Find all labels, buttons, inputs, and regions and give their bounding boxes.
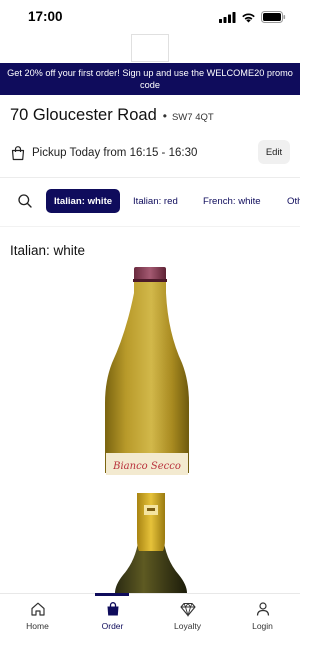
status-bar: 17:00	[0, 0, 300, 34]
store-postcode: SW7 4QT	[171, 112, 214, 123]
bottle-label-text: Bianco Secco	[112, 461, 181, 472]
wine-bottle-image[interactable]: Bianco Secco	[90, 263, 210, 478]
promo-banner[interactable]: Get 20% off your first order! Sign up an…	[0, 63, 300, 95]
store-header[interactable]: 70 Gloucester Road • SW7 4QT	[10, 106, 214, 125]
nav-order[interactable]: Order	[75, 594, 150, 649]
tab-italian-white[interactable]: Italian: white	[46, 189, 121, 213]
shopping-bag-icon	[11, 146, 25, 161]
person-icon	[256, 602, 269, 616]
tab-french-white[interactable]: French: white	[203, 189, 261, 213]
nav-loyalty-label: Loyalty	[174, 621, 201, 631]
wifi-icon	[242, 12, 255, 22]
wine-bottle-image-2[interactable]	[103, 491, 198, 593]
nav-home-label: Home	[26, 621, 49, 631]
tab-italian-red[interactable]: Italian: red	[133, 189, 178, 213]
nav-order-label: Order	[101, 621, 124, 631]
section-title: Italian: white	[10, 243, 86, 258]
edit-pickup-button[interactable]: Edit	[258, 140, 290, 164]
pickup-row: Pickup Today from 16:15 - 16:30 Edit	[10, 140, 290, 165]
battery-icon	[261, 11, 286, 23]
divider	[0, 177, 300, 178]
tab-other[interactable]: Oth	[287, 189, 300, 213]
store-name: 70 Gloucester Road	[10, 106, 157, 124]
status-time: 17:00	[28, 9, 63, 24]
diamond-icon	[179, 602, 196, 617]
bottom-navigation: Home Order Loyalty Login	[0, 593, 300, 649]
home-icon	[30, 602, 45, 616]
shopping-bag-icon	[107, 602, 118, 616]
status-icons	[219, 11, 286, 23]
promo-text: Get 20% off your first order! Sign up an…	[7, 68, 293, 90]
search-icon[interactable]	[17, 193, 33, 209]
nav-loyalty[interactable]: Loyalty	[150, 594, 225, 649]
nav-home[interactable]: Home	[0, 594, 75, 649]
signal-icon	[219, 11, 236, 23]
nav-login[interactable]: Login	[225, 594, 300, 649]
brand-logo[interactable]	[131, 34, 169, 62]
store-separator: •	[162, 109, 167, 123]
nav-login-label: Login	[252, 621, 273, 631]
divider	[0, 226, 300, 227]
pickup-time-text: Pickup Today from 16:15 - 16:30	[32, 147, 198, 159]
category-tabs[interactable]: Italian: white Italian: red French: whit…	[0, 188, 300, 214]
